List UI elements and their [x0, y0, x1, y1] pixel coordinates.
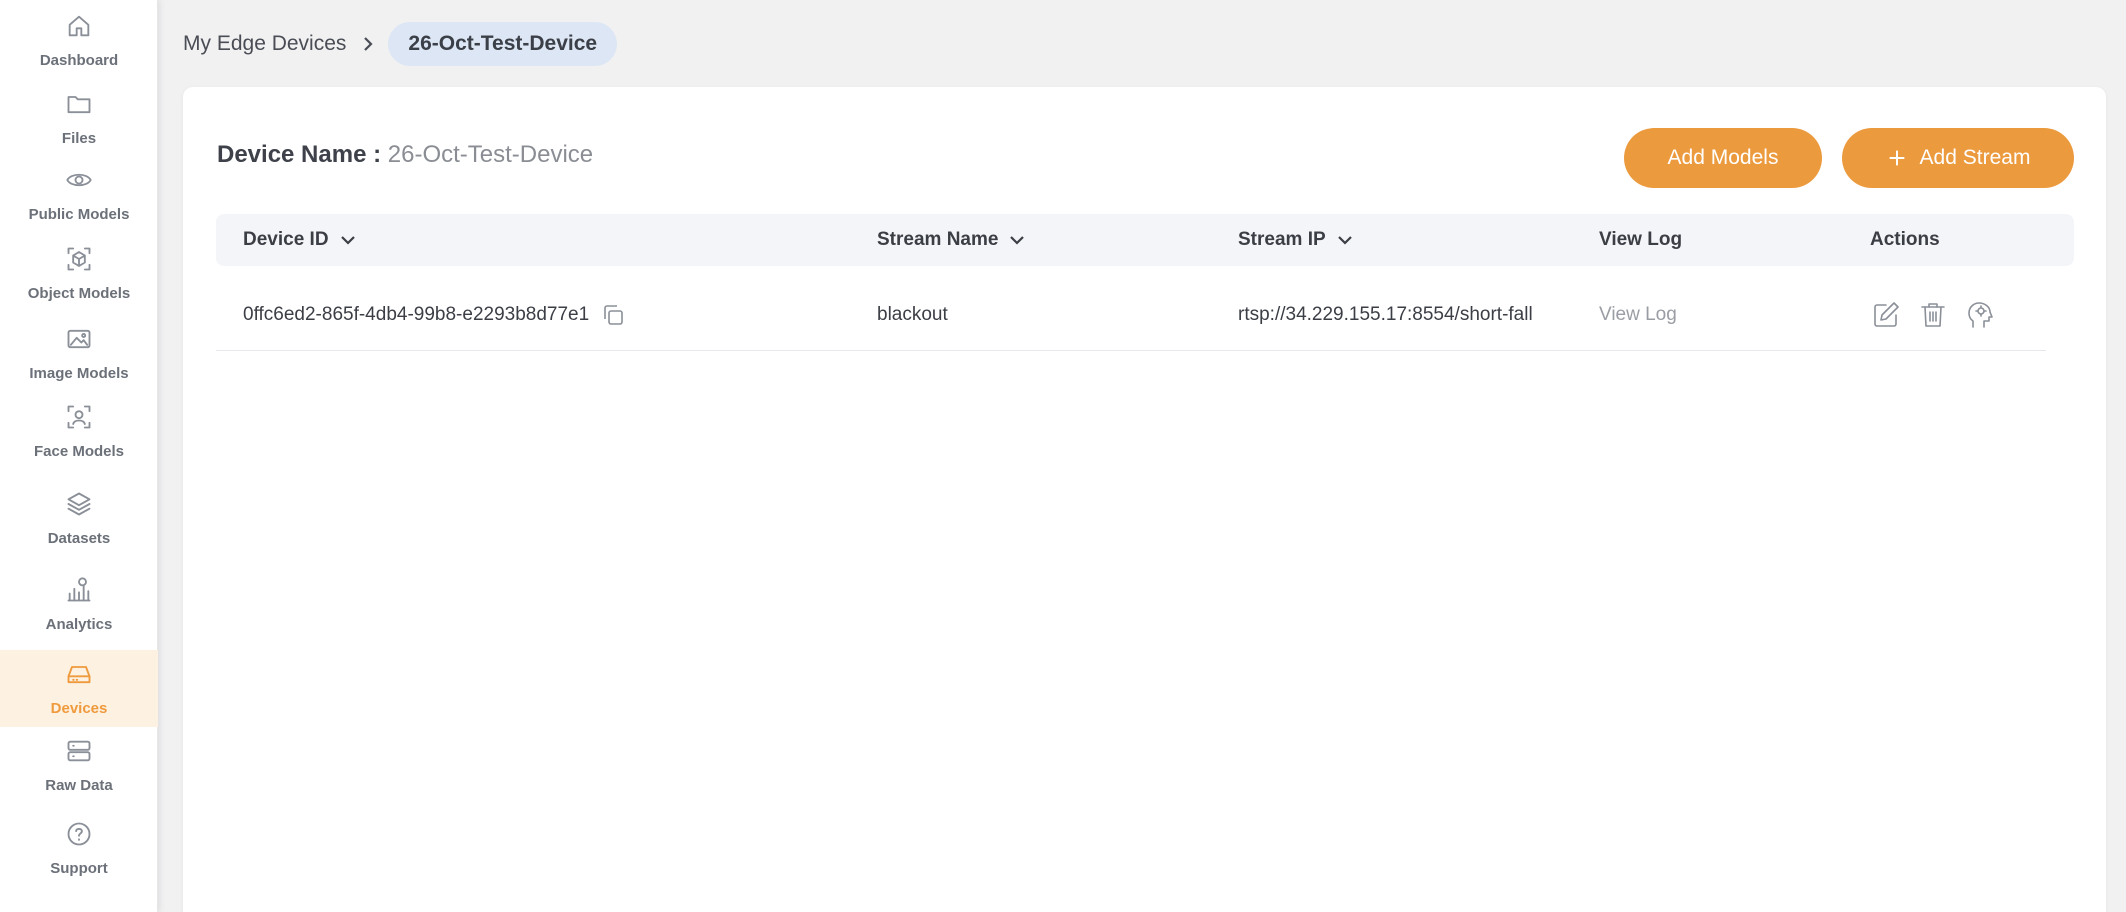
sidebar-item-files[interactable]: Files [0, 90, 158, 147]
device-card: Device Name : 26-Oct-Test-Device Add Mod… [183, 87, 2106, 912]
home-icon [65, 12, 93, 45]
image-icon [65, 325, 93, 358]
sidebar-item-label: Files [61, 130, 97, 147]
chevron-right-icon [360, 36, 376, 52]
folder-icon [65, 90, 93, 123]
copy-icon[interactable] [599, 301, 627, 329]
sidebar-item-label: Object Models [27, 285, 131, 302]
add-stream-label: Add Stream [1919, 146, 2031, 169]
head-settings-icon[interactable] [1964, 299, 1996, 331]
sidebar-item-label: Analytics [45, 616, 113, 633]
cell-actions [1870, 278, 2011, 351]
server-icon [65, 737, 93, 770]
chevron-down-icon[interactable] [1336, 231, 1354, 249]
analytics-icon [65, 576, 93, 609]
breadcrumb-parent-link[interactable]: My Edge Devices [183, 32, 346, 56]
layers-icon [65, 490, 93, 523]
sidebar-item-label: Raw Data [45, 777, 113, 794]
sidebar-item-devices[interactable]: Devices [0, 650, 158, 727]
device-name-heading: Device Name : 26-Oct-Test-Device [217, 141, 593, 169]
sidebar-item-public-models[interactable]: Public Models [0, 166, 158, 223]
sidebar-item-support[interactable]: Support [0, 820, 158, 877]
eye-icon [65, 166, 93, 199]
app-root: Dashboard Files Public Models Object Mod… [0, 0, 2126, 912]
column-header-label: Stream IP [1238, 229, 1326, 250]
column-header-actions: Actions [1870, 214, 1940, 266]
column-header-device-id[interactable]: Device ID [243, 214, 357, 266]
column-header-stream-ip[interactable]: Stream IP [1238, 214, 1354, 266]
device-name-label: Device Name : [217, 141, 382, 168]
cell-stream-ip: rtsp://34.229.155.17:8554/short-fall [1238, 303, 1533, 325]
sidebar-item-image-models[interactable]: Image Models [0, 325, 158, 382]
device-name-value: 26-Oct-Test-Device [387, 141, 594, 168]
sidebar-item-label: Dashboard [39, 52, 119, 69]
cell-device-id: 0ffc6ed2-865f-4db4-99b8-e2293b8d77e1 [243, 278, 627, 351]
face-scan-icon [65, 403, 93, 436]
sidebar-item-object-models[interactable]: Object Models [0, 245, 158, 302]
column-header-label: View Log [1599, 229, 1683, 250]
cube-icon [65, 245, 93, 278]
sidebar-item-datasets[interactable]: Datasets [0, 490, 158, 547]
sidebar-item-label: Face Models [33, 443, 125, 460]
table-row: 0ffc6ed2-865f-4db4-99b8-e2293b8d77e1 bla… [216, 278, 2046, 351]
chevron-down-icon[interactable] [1008, 231, 1026, 249]
hard-drive-icon [65, 660, 93, 693]
sidebar-item-dashboard[interactable]: Dashboard [0, 12, 158, 69]
help-circle-icon [65, 820, 93, 853]
view-log-link[interactable]: View Log [1599, 278, 1677, 351]
table-header: Device ID Stream Name Stream IP View Log… [216, 214, 2074, 266]
sidebar-item-analytics[interactable]: Analytics [0, 576, 158, 633]
column-header-label: Stream Name [877, 229, 999, 250]
breadcrumb: My Edge Devices 26-Oct-Test-Device [183, 22, 618, 66]
chevron-down-icon[interactable] [339, 231, 357, 249]
sidebar-item-label: Datasets [47, 530, 111, 547]
sidebar-item-label: Devices [50, 700, 108, 717]
sidebar-item-raw-data[interactable]: Raw Data [0, 737, 158, 794]
column-header-label: Device ID [243, 229, 329, 250]
add-models-button[interactable]: Add Models [1624, 128, 1822, 188]
column-header-stream-name[interactable]: Stream Name [877, 214, 1026, 266]
plus-icon [1889, 150, 1904, 166]
sidebar-item-label: Support [50, 860, 108, 877]
breadcrumb-current: 26-Oct-Test-Device [388, 22, 618, 66]
edit-icon[interactable] [1870, 299, 1902, 331]
add-stream-button[interactable]: Add Stream [1842, 128, 2074, 188]
sidebar: Dashboard Files Public Models Object Mod… [0, 0, 158, 912]
device-id-value: 0ffc6ed2-865f-4db4-99b8-e2293b8d77e1 [243, 303, 590, 325]
column-header-view-log: View Log [1599, 214, 1682, 266]
column-header-label: Actions [1870, 229, 1940, 250]
cell-stream-name: blackout [877, 303, 948, 325]
sidebar-item-face-models[interactable]: Face Models [0, 403, 158, 460]
sidebar-item-label: Image Models [29, 365, 129, 382]
trash-icon[interactable] [1917, 299, 1949, 331]
add-models-label: Add Models [1667, 146, 1779, 169]
sidebar-item-label: Public Models [28, 206, 130, 223]
